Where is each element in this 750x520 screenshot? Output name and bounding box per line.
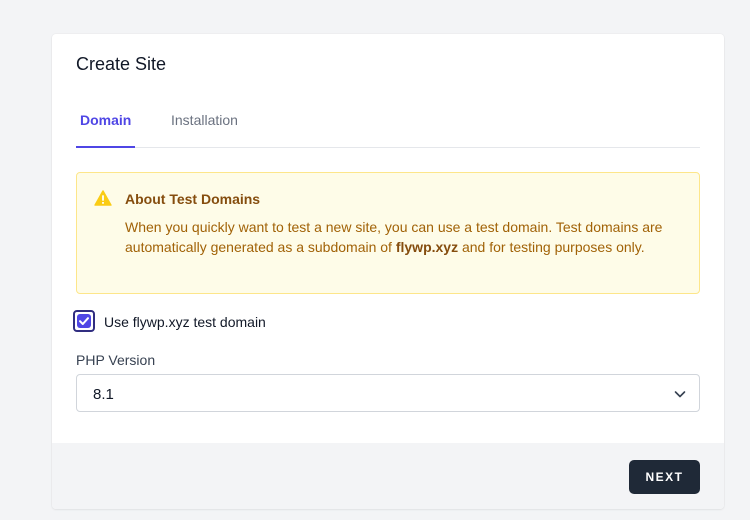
test-domain-alert: About Test Domains When you quickly want… bbox=[76, 172, 700, 294]
card-footer: NEXT bbox=[52, 443, 724, 509]
alert-text: When you quickly want to test a new site… bbox=[125, 217, 681, 257]
test-domain-label: Use flywp.xyz test domain bbox=[104, 314, 266, 330]
chevron-down-icon bbox=[674, 391, 686, 398]
php-version-value: 8.1 bbox=[93, 386, 114, 403]
tab-bar: Domain Installation bbox=[76, 112, 700, 148]
alert-domain: flywp.xyz bbox=[395, 239, 459, 255]
checkmark-icon bbox=[79, 317, 89, 325]
create-site-card: Create Site Domain Installation About Te… bbox=[52, 34, 724, 509]
tab-installation-label: Installation bbox=[171, 112, 238, 128]
php-version-label: PHP Version bbox=[76, 352, 156, 368]
test-domain-checkbox[interactable] bbox=[73, 310, 95, 332]
next-button[interactable]: NEXT bbox=[629, 460, 700, 494]
alert-text-after: and for testing purposes only. bbox=[458, 239, 645, 255]
alert-title: About Test Domains bbox=[125, 191, 261, 207]
warning-icon bbox=[94, 190, 112, 206]
php-version-select[interactable]: 8.1 bbox=[76, 374, 700, 412]
tab-installation[interactable]: Installation bbox=[167, 112, 242, 148]
page-title: Create Site bbox=[76, 54, 167, 74]
tab-domain-label: Domain bbox=[80, 112, 132, 128]
checkbox-fill bbox=[77, 314, 91, 328]
tab-domain[interactable]: Domain bbox=[76, 112, 135, 148]
